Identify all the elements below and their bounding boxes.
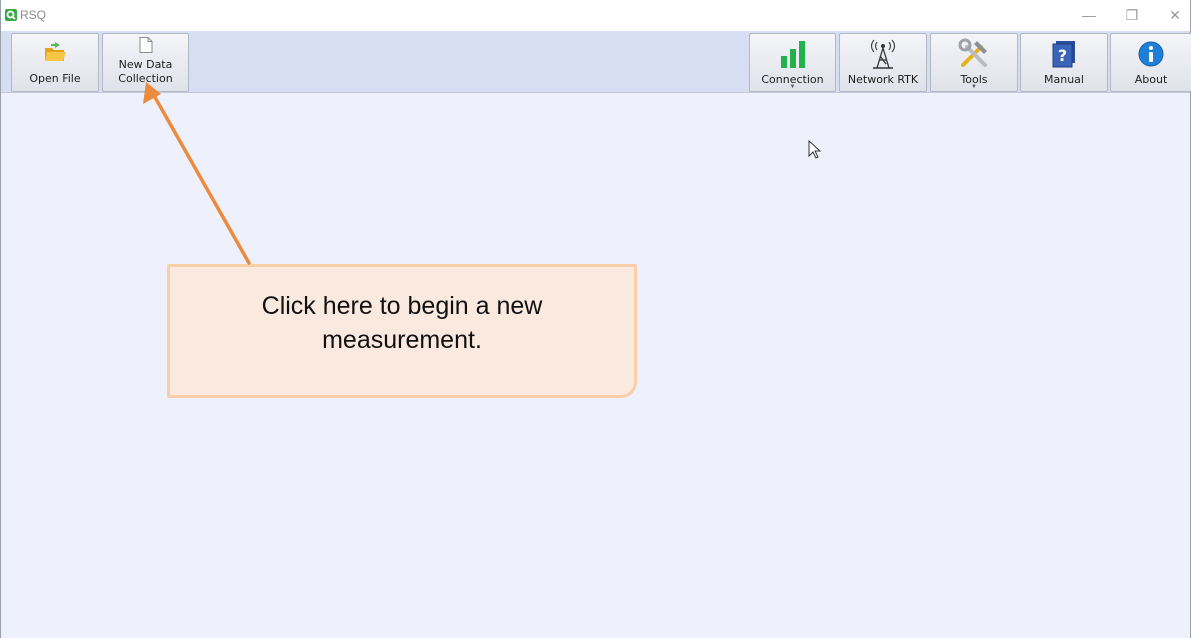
tools-button[interactable]: Tools ▼ [930, 33, 1018, 92]
about-label: About [1134, 73, 1168, 86]
about-button[interactable]: About [1110, 33, 1191, 92]
new-data-collection-label-line2: Collection [118, 72, 173, 85]
restore-button[interactable]: ❐ [1112, 0, 1152, 31]
instruction-callout: Click here to begin a new measurement. [167, 264, 637, 398]
mouse-cursor-icon [808, 140, 822, 159]
folder-open-icon [45, 42, 66, 61]
callout-line-2: measurement. [322, 326, 482, 354]
signal-bars-icon [780, 41, 805, 68]
callout-line-1: Click here to begin a new [261, 292, 543, 320]
help-book-icon: ? [1052, 41, 1075, 68]
network-rtk-label: Network RTK [847, 73, 919, 86]
minimize-button[interactable]: — [1069, 0, 1109, 31]
antenna-tower-icon [870, 39, 896, 69]
open-file-label: Open File [29, 72, 81, 85]
wrench-hammer-icon [958, 38, 987, 67]
callout-text: Click here to begin a new measurement. [170, 289, 634, 357]
title-bar: RSQ — ❐ ✕ [1, 0, 1190, 31]
tools-dropdown-caret: ▼ [971, 84, 977, 90]
network-rtk-button[interactable]: Network RTK [839, 33, 927, 92]
app-window: RSQ — ❐ ✕ Open File New Data Collection … [0, 0, 1191, 638]
svg-text:?: ? [1058, 46, 1067, 65]
manual-button[interactable]: ? Manual [1020, 33, 1108, 92]
new-data-collection-label-line1: New Data [118, 58, 173, 71]
info-circle-icon [1138, 41, 1164, 67]
connection-dropdown-caret: ▼ [789, 84, 796, 90]
connection-button[interactable]: Connection ▼ [749, 33, 836, 92]
new-data-collection-button[interactable]: New Data Collection [102, 33, 189, 92]
open-file-button[interactable]: Open File [11, 33, 99, 92]
window-title: RSQ [20, 8, 47, 22]
manual-label: Manual [1044, 73, 1084, 86]
app-logo-icon [5, 9, 17, 21]
close-button[interactable]: ✕ [1155, 0, 1191, 31]
blank-document-icon [139, 37, 152, 53]
